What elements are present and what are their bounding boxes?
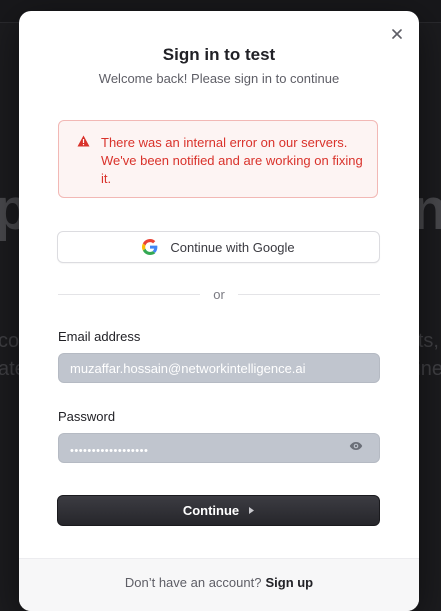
warning-icon xyxy=(77,135,90,147)
google-button-label: Continue with Google xyxy=(170,239,295,255)
background-text-left-1: co xyxy=(0,330,20,352)
google-logo-icon xyxy=(142,239,158,255)
error-message: There was an internal error on our serve… xyxy=(101,135,363,186)
background-text-right-1: ts, xyxy=(417,330,439,352)
modal-footer: Don’t have an account? Sign up xyxy=(19,558,419,611)
modal-subtitle: Welcome back! Please sign in to continue xyxy=(98,71,340,86)
sign-in-modal: Sign in to test Welcome back! Please sig… xyxy=(19,11,419,611)
divider-line-right xyxy=(238,294,380,295)
modal-title: Sign in to test xyxy=(162,45,276,64)
continue-button[interactable]: Continue xyxy=(57,495,380,526)
caret-right-icon xyxy=(249,507,255,514)
close-button[interactable] xyxy=(389,26,405,42)
error-alert: There was an internal error on our serve… xyxy=(58,120,378,198)
or-divider: or xyxy=(58,287,380,302)
password-mask: •••••••••••••••••• xyxy=(70,445,149,457)
password-label: Password xyxy=(58,409,116,424)
email-field[interactable] xyxy=(58,353,380,383)
continue-button-label: Continue xyxy=(182,503,240,518)
continue-with-google-button[interactable]: Continue with Google xyxy=(57,231,380,263)
eye-icon[interactable] xyxy=(349,441,363,451)
close-icon xyxy=(392,29,402,39)
sign-up-link[interactable]: Sign up xyxy=(265,575,313,590)
signup-prompt: Don’t have an account? xyxy=(124,575,262,590)
email-label: Email address xyxy=(58,329,141,344)
